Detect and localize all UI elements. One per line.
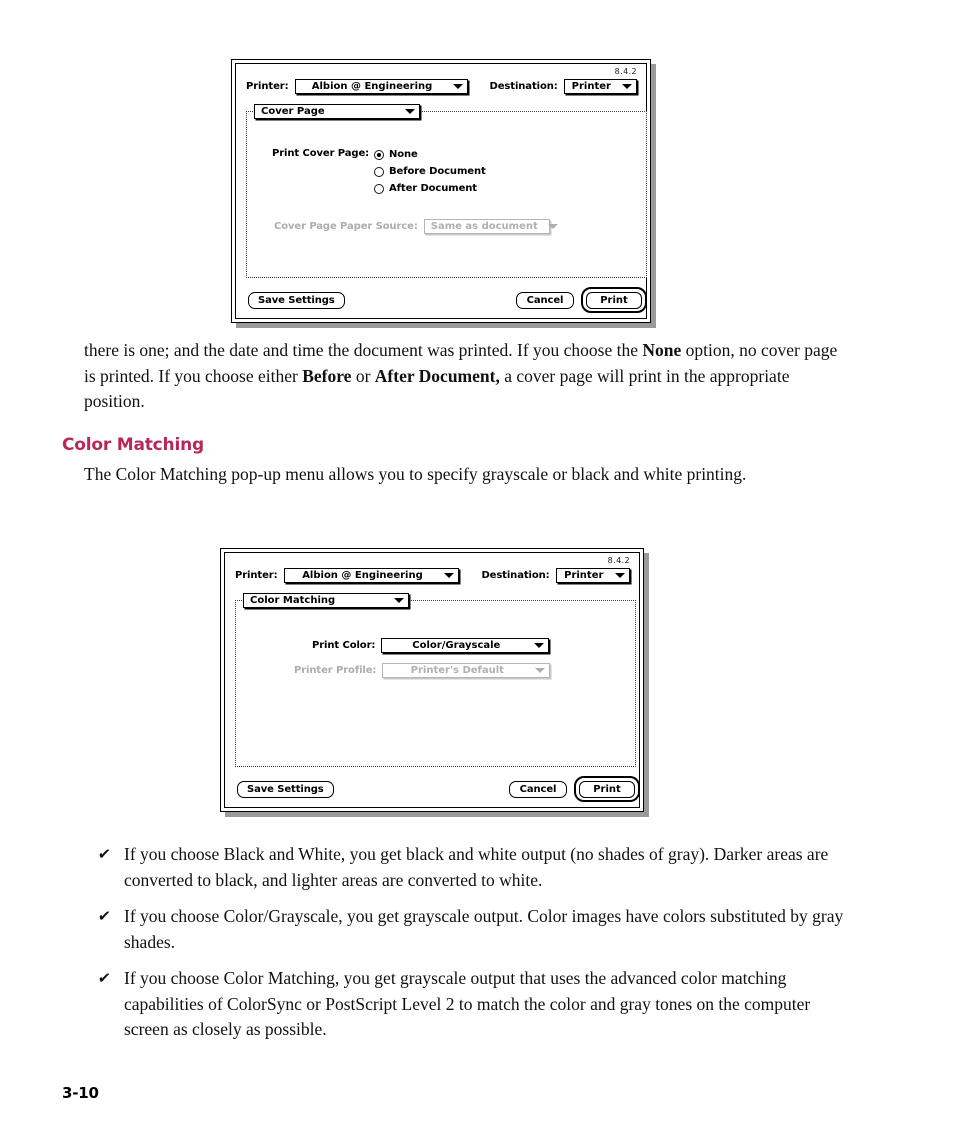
print-button-default-ring: Print xyxy=(581,287,647,313)
print-button[interactable]: Print xyxy=(586,291,642,309)
print-cover-page-field: Print Cover Page: xyxy=(272,148,369,159)
cover-page-paper-source-label: Cover Page Paper Source: xyxy=(274,221,418,232)
paragraph-cover-page-description: there is one; and the date and time the … xyxy=(84,338,844,415)
chevron-down-icon xyxy=(405,109,415,114)
destination-select-value: Printer xyxy=(564,569,604,581)
cover-page-paper-source-field: Cover Page Paper Source: Same as documen… xyxy=(274,219,558,234)
paragraph-color-matching-intro: The Color Matching pop-up menu allows yo… xyxy=(84,464,747,484)
radio-option-none[interactable]: None xyxy=(374,146,486,163)
cover-page-radio-group: None Before Document After Document xyxy=(374,146,486,197)
cover-page-dialog: 8.4.2 Printer: Albion @ Engineering Dest… xyxy=(231,59,651,323)
cancel-button[interactable]: Cancel xyxy=(509,781,567,798)
destination-select-value: Printer xyxy=(571,80,611,92)
pane-select[interactable]: Color Matching xyxy=(243,593,409,608)
color-matching-options-panel xyxy=(235,600,636,767)
print-color-select[interactable]: Color/Grayscale xyxy=(381,638,550,653)
list-item: ✔ If you choose Color/Grayscale, you get… xyxy=(97,904,848,955)
printer-select[interactable]: Albion @ Engineering xyxy=(294,78,468,94)
radio-option-before-document[interactable]: Before Document xyxy=(374,163,486,180)
printer-select[interactable]: Albion @ Engineering xyxy=(283,567,460,583)
save-settings-button[interactable]: Save Settings xyxy=(248,292,345,309)
list-item-text: If you choose Color/Grayscale, you get g… xyxy=(124,906,844,952)
radio-icon-selected xyxy=(374,149,384,160)
printer-profile-label: Printer Profile: xyxy=(294,665,377,676)
printer-destination-row: Printer: Albion @ Engineering Destinatio… xyxy=(246,78,637,94)
cover-page-paper-source-select[interactable]: Same as document xyxy=(423,219,558,234)
list-item: ✔ If you choose Black and White, you get… xyxy=(97,842,848,893)
list-item-text: If you choose Color Matching, you get gr… xyxy=(124,968,811,1039)
chevron-down-icon xyxy=(622,83,632,89)
print-cover-page-label: Print Cover Page: xyxy=(272,148,370,159)
destination-label: Destination: xyxy=(481,569,550,581)
driver-version-label: 8.4.2 xyxy=(607,556,630,565)
cancel-button[interactable]: Cancel xyxy=(516,292,574,309)
print-color-field: Print Color: Color/Grayscale xyxy=(312,638,550,653)
printer-profile-field: Printer Profile: Printer's Default xyxy=(294,663,551,678)
pane-select[interactable]: Cover Page xyxy=(254,104,420,119)
radio-icon xyxy=(374,166,384,177)
color-matching-dialog: 8.4.2 Printer: Albion @ Engineering Dest… xyxy=(220,548,644,812)
driver-version-label: 8.4.2 xyxy=(614,67,637,76)
printer-label: Printer: xyxy=(235,569,278,581)
chevron-down-icon xyxy=(547,224,558,229)
color-matching-dialog-inner-frame: 8.4.2 Printer: Albion @ Engineering Dest… xyxy=(224,552,640,808)
printer-label: Printer: xyxy=(246,80,289,92)
radio-option-after-document[interactable]: After Document xyxy=(374,180,486,197)
checkmark-icon: ✔ xyxy=(97,845,112,863)
chevron-down-icon xyxy=(535,668,546,673)
print-color-value: Color/Grayscale xyxy=(412,640,501,651)
list-item: ✔ If you choose Color Matching, you get … xyxy=(97,966,858,1043)
pane-select-value: Cover Page xyxy=(261,106,325,117)
list-item-text: If you choose Black and White, you get b… xyxy=(124,844,829,890)
printer-profile-select[interactable]: Printer's Default xyxy=(382,663,551,678)
chevron-down-icon xyxy=(444,572,455,578)
page-number-footer: 3-10 xyxy=(62,1084,99,1102)
printer-destination-row: Printer: Albion @ Engineering Destinatio… xyxy=(235,567,630,583)
section-heading-color-matching: Color Matching xyxy=(62,435,204,455)
radio-icon xyxy=(374,183,384,194)
destination-select[interactable]: Printer xyxy=(563,78,637,94)
checkmark-icon: ✔ xyxy=(97,969,112,987)
checkmark-icon: ✔ xyxy=(97,907,112,925)
chevron-down-icon xyxy=(614,572,625,578)
print-color-label: Print Color: xyxy=(312,640,376,651)
paragraph-text: there is one; and the date and time the … xyxy=(84,340,838,411)
destination-select[interactable]: Printer xyxy=(555,567,630,583)
chevron-down-icon xyxy=(452,83,463,89)
print-button-default-ring: Print xyxy=(574,776,640,802)
cover-page-paper-source-value: Same as document xyxy=(430,221,538,232)
cover-page-dialog-inner-frame: 8.4.2 Printer: Albion @ Engineering Dest… xyxy=(235,63,647,319)
printer-select-value: Albion @ Engineering xyxy=(311,80,433,92)
destination-label: Destination: xyxy=(489,80,558,92)
pane-select-value: Color Matching xyxy=(250,595,336,606)
printer-select-value: Albion @ Engineering xyxy=(302,569,423,581)
radio-label: After Document xyxy=(389,183,477,194)
chevron-down-icon xyxy=(534,643,545,648)
print-button[interactable]: Print xyxy=(579,780,635,798)
radio-label: Before Document xyxy=(389,166,486,177)
chevron-down-icon xyxy=(394,598,404,603)
printer-profile-value: Printer's Default xyxy=(410,665,504,676)
save-settings-button[interactable]: Save Settings xyxy=(237,781,334,798)
radio-label: None xyxy=(389,149,418,160)
